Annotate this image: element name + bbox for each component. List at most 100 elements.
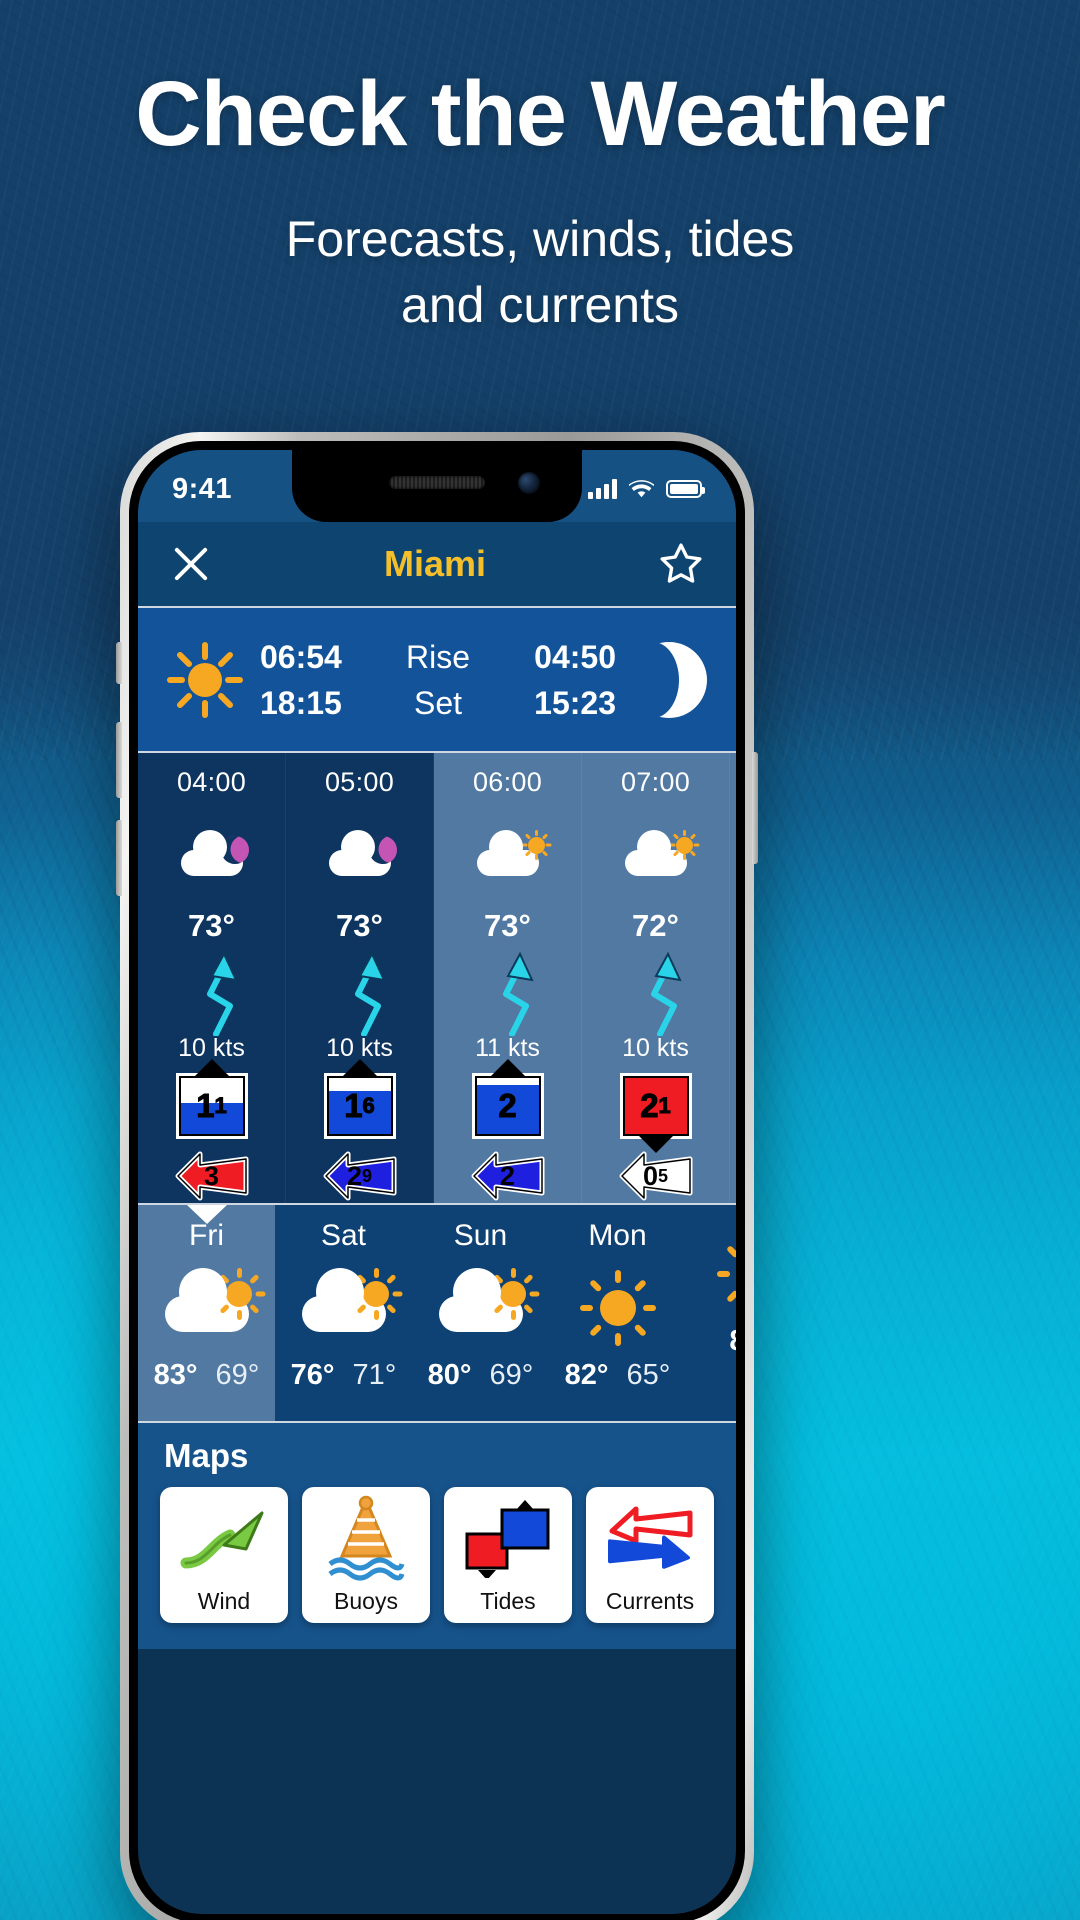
hourly-column[interactable]: 04:00 73° 10 kts 11 3 — [138, 753, 286, 1203]
app-header: Miami — [138, 522, 736, 608]
wind-arrow-ne-icon — [502, 951, 534, 1036]
day-low-temp: 65° — [626, 1359, 671, 1391]
daily-forecast-strip[interactable]: Fri 83° 69° Sat 76° 71° Sun 80° 69° Mon … — [138, 1205, 736, 1423]
current-marker: 05 — [618, 1149, 694, 1203]
moon-set-time: 15:23 — [534, 684, 616, 721]
tide-trend-up-icon — [342, 1059, 377, 1076]
close-x-icon[interactable] — [168, 541, 214, 587]
silent-switch[interactable] — [116, 642, 122, 684]
city-title: Miami — [383, 543, 487, 584]
volume-down-button[interactable] — [116, 820, 122, 896]
battery-full-icon — [666, 480, 705, 498]
hour-temperature: 72° — [632, 908, 679, 943]
status-icons — [588, 479, 705, 499]
tide-boxes-icon — [465, 1499, 550, 1578]
hourly-column[interactable]: 08 75 10 1 14 — [730, 753, 736, 1203]
daily-column[interactable]: 82 — [686, 1205, 736, 1421]
sun-times: 06:54 18:15 — [260, 641, 342, 719]
tide-value: 11 — [196, 1087, 228, 1125]
tide-value: 16 — [344, 1087, 376, 1125]
tide-value: 2 — [498, 1087, 517, 1125]
selected-day-caret-icon — [186, 1205, 227, 1224]
current-arrows-icon — [608, 1506, 693, 1569]
maps-title: Maps — [164, 1437, 249, 1474]
hourly-column[interactable]: 06:00 73° 11 kts 2 2 — [434, 753, 582, 1203]
partly-sunny-icon — [301, 1268, 402, 1332]
day-label: Mon — [588, 1219, 647, 1252]
partly-sunny-icon — [476, 830, 551, 876]
daily-column[interactable]: Sat 76° 71° — [275, 1205, 412, 1421]
hour-temperature: 73° — [188, 908, 235, 943]
day-label: Sat — [320, 1219, 367, 1252]
daily-column[interactable]: Mon 82° 65° — [549, 1205, 686, 1421]
map-card-buoys[interactable]: Buoys — [302, 1487, 430, 1623]
sun-moon-band: 06:54 18:15 Rise Set 04:50 15:23 — [138, 608, 736, 753]
volume-up-button[interactable] — [116, 722, 122, 798]
moon-icon — [626, 637, 712, 723]
cloudy-night-icon — [328, 830, 401, 876]
power-button[interactable] — [752, 752, 758, 864]
hourly-column[interactable]: 07:00 72° 10 kts 21 05 — [582, 753, 730, 1203]
day-high-temp: 76° — [290, 1359, 335, 1391]
map-card-label: Wind — [197, 1588, 251, 1614]
tide-marker: 21 — [619, 1073, 692, 1153]
phone-screen: 9:41 Miami 06:54 18:15 Rise Set 04:50 15… — [138, 450, 736, 1914]
day-label: Sun — [453, 1219, 508, 1252]
current-value: 3 — [203, 1160, 220, 1191]
tide-trend-up-icon — [194, 1059, 229, 1076]
label-set: Set — [413, 684, 463, 721]
day-low-temp: 69° — [215, 1359, 260, 1391]
partly-sunny-icon — [438, 1268, 539, 1332]
hour-time: 07:00 — [620, 767, 691, 797]
wind-arrow-ne-icon — [206, 951, 238, 1036]
current-value: 05 — [642, 1160, 669, 1191]
notch — [292, 450, 582, 522]
partly-sunny-icon — [624, 830, 699, 876]
daily-column[interactable]: Sun 80° 69° — [412, 1205, 549, 1421]
sunny-icon — [716, 1236, 736, 1312]
wind-arrow-ne-icon — [650, 951, 682, 1036]
current-marker: 3 — [174, 1149, 250, 1203]
star-outline-icon[interactable] — [656, 540, 706, 588]
day-high-temp: 83° — [153, 1359, 198, 1391]
map-card-wind[interactable]: Wind — [160, 1487, 288, 1623]
front-camera-icon — [518, 472, 540, 494]
map-card-tides[interactable]: Tides — [444, 1487, 572, 1623]
daily-column[interactable]: Fri 83° 69° — [138, 1205, 275, 1421]
maps-card-row: Wind Buoys Tides Currents — [138, 1487, 736, 1623]
status-time: 9:41 — [172, 472, 233, 505]
map-card-label: Currents — [605, 1588, 695, 1614]
phone-mockup: 9:41 Miami 06:54 18:15 Rise Set 04:50 15… — [116, 432, 758, 1920]
sun-icon — [162, 637, 248, 723]
hourly-forecast-strip[interactable]: 04:00 73° 10 kts 11 3 05:00 73° 10 kts 1… — [138, 753, 736, 1205]
promo-copy: Check the Weather Forecasts, winds, tide… — [0, 0, 1080, 338]
tide-marker: 16 — [323, 1059, 396, 1139]
wifi-icon — [628, 480, 655, 498]
day-low-temp: 71° — [352, 1359, 397, 1391]
sun-set-time: 18:15 — [260, 684, 342, 721]
wind-arrow-green-icon — [180, 1511, 264, 1568]
hour-wind-speed: 10 kts — [622, 1034, 689, 1062]
map-card-currents[interactable]: Currents — [586, 1487, 714, 1623]
promo-subtitle-line1: Forecasts, winds, tides — [285, 211, 795, 267]
page-title: Check the Weather — [135, 63, 946, 165]
maps-section: Maps Wind Buoys Tides Currents — [138, 1423, 736, 1649]
hour-time: 05:00 — [324, 767, 395, 797]
day-high-temp: 82° — [564, 1359, 609, 1391]
tide-marker: 11 — [175, 1059, 248, 1139]
tide-trend-up-icon — [490, 1059, 525, 1076]
cloudy-night-icon — [180, 830, 253, 876]
hour-time: 04:00 — [176, 767, 247, 797]
hourly-column[interactable]: 05:00 73° 10 kts 16 29 — [286, 753, 434, 1203]
hour-temperature: 73° — [336, 908, 383, 943]
tide-marker: 2 — [471, 1059, 544, 1139]
current-value: 29 — [346, 1160, 373, 1191]
buoy-icon — [328, 1495, 405, 1580]
moon-times: 04:50 15:23 — [534, 641, 616, 719]
map-card-label: Buoys — [334, 1588, 398, 1614]
current-value: 2 — [499, 1160, 516, 1191]
moon-rise-time: 04:50 — [534, 638, 616, 675]
earpiece-speaker-icon — [389, 476, 485, 489]
tide-value: 21 — [640, 1087, 672, 1125]
label-rise: Rise — [405, 638, 470, 675]
